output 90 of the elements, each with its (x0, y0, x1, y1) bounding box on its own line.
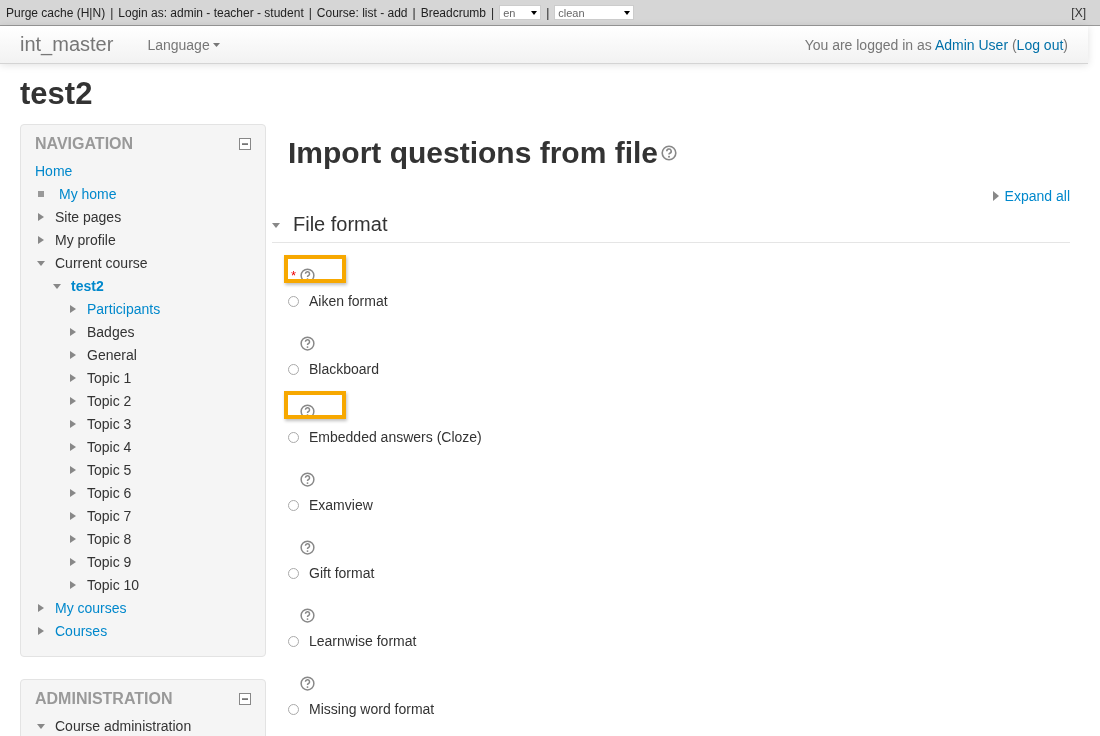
nav-item[interactable]: Topic 5 (87, 461, 132, 478)
separator-text: | (491, 5, 495, 20)
dropdown-caret-icon (531, 10, 538, 15)
nav-item[interactable]: Topic 7 (87, 507, 132, 524)
nav-item[interactable]: Site pages (55, 208, 122, 225)
page-heading: Import questions from file (288, 136, 659, 170)
radio-button[interactable] (288, 635, 299, 647)
help-icon[interactable] (300, 472, 315, 487)
radio-button[interactable] (288, 295, 299, 307)
dropdown-caret-icon (212, 42, 220, 47)
language-menu[interactable]: Language (147, 36, 220, 53)
collapsed-caret-icon[interactable] (37, 602, 45, 613)
collapsed-caret-icon[interactable] (69, 533, 77, 544)
radio-label[interactable]: Missing word format (309, 701, 435, 717)
collapsed-caret-icon[interactable] (69, 418, 77, 429)
help-icon[interactable] (300, 540, 315, 555)
nav-link[interactable]: Home (35, 162, 73, 179)
help-icon[interactable] (300, 336, 315, 351)
collapsed-caret-icon[interactable] (69, 349, 77, 360)
separator-text: | (308, 5, 312, 20)
collapsed-caret-icon[interactable] (69, 579, 77, 590)
nav-item[interactable]: Current course (55, 254, 148, 271)
nav-link[interactable]: My home (59, 185, 117, 202)
user-link[interactable]: Admin User (934, 36, 1009, 53)
collapsed-caret-icon[interactable] (69, 464, 77, 475)
required-icon: * (291, 268, 297, 283)
radio-button[interactable] (288, 363, 299, 375)
select-field[interactable]: en (499, 5, 542, 20)
nav-item[interactable]: My profile (55, 231, 116, 248)
login-info: You are logged in as Admin User (Log out) (804, 36, 1068, 53)
radio-button[interactable] (288, 499, 299, 511)
separator-text: | (546, 5, 550, 20)
nav-item[interactable]: Topic 1 (87, 369, 132, 386)
collapsed-caret-icon[interactable] (69, 487, 77, 498)
collapse-icon[interactable] (239, 693, 251, 705)
radio-button[interactable] (288, 431, 299, 443)
dev-link[interactable]: Breadcrumb (420, 5, 487, 20)
nav-item[interactable]: Course administration (55, 717, 192, 734)
nav-item[interactable]: Topic 10 (87, 576, 140, 593)
nav-link[interactable]: My courses (55, 599, 127, 616)
collapsed-caret-icon[interactable] (69, 510, 77, 521)
site-brand[interactable]: int_master (20, 33, 114, 56)
help-icon[interactable] (661, 145, 678, 161)
nav-item[interactable]: Topic 2 (87, 392, 132, 409)
dev-link[interactable]: Purge cache (H|N) (6, 5, 106, 20)
collapse-icon[interactable] (239, 138, 251, 150)
radio-button[interactable] (288, 567, 299, 579)
bullet-icon (38, 190, 44, 197)
collapsed-caret-icon[interactable] (37, 211, 45, 222)
dropdown-caret-icon (624, 10, 631, 15)
collapsed-caret-icon[interactable] (69, 395, 77, 406)
nav-item[interactable]: General (87, 346, 137, 363)
select-field[interactable]: clean (554, 5, 635, 20)
nav-link[interactable]: Participants (87, 300, 161, 317)
collapsed-caret-icon (992, 191, 999, 201)
expand-all-link[interactable]: Expand all (992, 188, 1070, 204)
dev-link[interactable]: Login as: admin - teacher - student (118, 5, 304, 20)
separator-text: | (110, 5, 114, 20)
nav-link[interactable]: Courses (55, 622, 108, 639)
block-title: NAVIGATION (35, 135, 134, 153)
help-icon[interactable] (300, 608, 315, 623)
radio-label[interactable]: Gift format (309, 565, 375, 581)
nav-item[interactable]: Topic 8 (87, 530, 132, 547)
separator-text: | (412, 5, 416, 20)
radio-button[interactable] (288, 703, 299, 715)
section-title[interactable]: File format (293, 213, 388, 236)
close-button[interactable]: [X] (1071, 5, 1086, 20)
nav-item[interactable]: Topic 4 (87, 438, 132, 455)
radio-label[interactable]: Blackboard (309, 361, 380, 377)
block-title: ADMINISTRATION (35, 690, 173, 708)
collapsed-caret-icon[interactable] (69, 441, 77, 452)
logout-link[interactable]: Log out (1016, 36, 1064, 53)
radio-label[interactable]: Learnwise format (309, 633, 417, 649)
page-title: test2 (20, 76, 94, 112)
collapsed-caret-icon[interactable] (37, 234, 45, 245)
nav-item[interactable]: Topic 9 (87, 553, 132, 570)
collapsed-caret-icon[interactable] (69, 326, 77, 337)
nav-item[interactable]: Badges (87, 323, 135, 340)
collapsed-caret-icon[interactable] (69, 372, 77, 383)
dev-link[interactable]: Course: list - add (316, 5, 408, 20)
nav-item[interactable]: Topic 6 (87, 484, 132, 501)
collapsed-caret-icon[interactable] (69, 556, 77, 567)
radio-label[interactable]: Embedded answers (Cloze) (309, 429, 482, 445)
collapsed-caret-icon[interactable] (37, 625, 45, 636)
help-icon[interactable] (300, 676, 315, 691)
nav-item[interactable]: Topic 3 (87, 415, 132, 432)
collapsed-caret-icon[interactable] (69, 303, 77, 314)
nav-link[interactable]: test2 (71, 277, 104, 294)
radio-label[interactable]: Examview (309, 497, 373, 513)
radio-label[interactable]: Aiken format (309, 293, 388, 309)
